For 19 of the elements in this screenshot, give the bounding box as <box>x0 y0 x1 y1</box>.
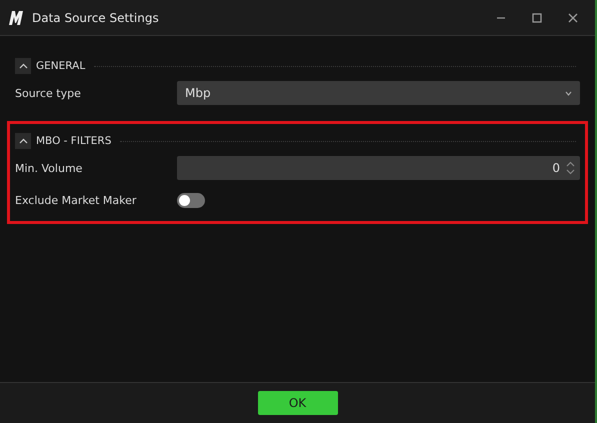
close-icon <box>568 12 578 22</box>
caret-icon <box>18 138 28 144</box>
collapse-button[interactable] <box>15 133 31 149</box>
field-label: Min. Volume <box>15 162 84 174</box>
caret-icon <box>18 63 28 69</box>
chevron-icon <box>565 90 572 96</box>
field-label: Exclude Market Maker <box>15 194 138 206</box>
window-title: Data Source Settings <box>32 10 160 24</box>
logo-icon <box>8 10 24 26</box>
field-label: Source type <box>15 86 82 100</box>
number-field[interactable]: 0 <box>177 156 580 180</box>
spinner-icon <box>566 161 575 175</box>
section-title: GENERAL <box>36 60 86 72</box>
section-title: MBO - FILTERS <box>36 135 112 147</box>
toggle-switch[interactable] <box>177 192 205 208</box>
collapse-button[interactable] <box>15 58 31 74</box>
dropdown[interactable]: Mbp <box>177 81 580 105</box>
ok-button[interactable]: OK <box>258 391 338 415</box>
maximize-icon <box>532 12 542 22</box>
